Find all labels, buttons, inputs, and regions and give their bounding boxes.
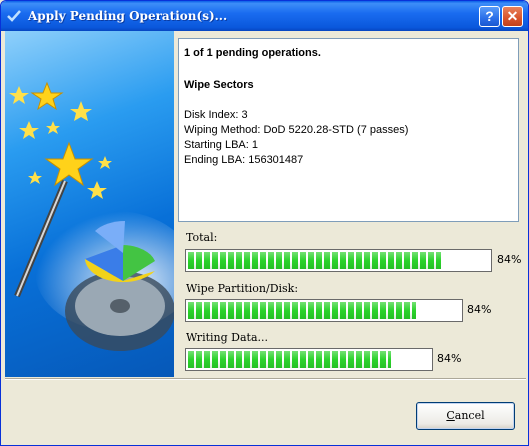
- dialog-window: Apply Pending Operation(s)... ? ✕ 1 of 1…: [0, 0, 529, 446]
- progress-fill: [188, 302, 417, 319]
- title-bar[interactable]: Apply Pending Operation(s)... ? ✕: [1, 1, 528, 31]
- close-button[interactable]: ✕: [502, 6, 523, 27]
- cancel-button[interactable]: Cancel: [416, 402, 515, 430]
- starting-lba-line: Starting LBA: 1: [184, 139, 258, 151]
- wipe-progress-bar: [185, 299, 463, 322]
- progress-fill: [188, 351, 392, 368]
- total-progress-percent: 84%: [497, 253, 522, 266]
- writing-progress-bar: [185, 348, 433, 371]
- disk-index-line: Disk Index: 3: [184, 109, 248, 121]
- wizard-illustration: [5, 31, 174, 377]
- progress-fill: [188, 252, 441, 269]
- total-progress-bar: [185, 249, 492, 272]
- checkmark-icon: [7, 10, 21, 22]
- cancel-accelerator: C: [446, 409, 455, 422]
- writing-progress-label: Writing Data...: [186, 331, 268, 344]
- window-title: Apply Pending Operation(s)...: [28, 9, 228, 23]
- operation-details-panel: 1 of 1 pending operations. Wipe Sectors …: [178, 38, 519, 222]
- footer-divider-highlight: [5, 379, 526, 380]
- wipe-progress-percent: 84%: [467, 303, 492, 316]
- help-button[interactable]: ?: [479, 6, 500, 27]
- wipe-progress-label: Wipe Partition/Disk:: [186, 282, 299, 295]
- total-progress-label: Total:: [186, 231, 218, 244]
- writing-progress-percent: 84%: [437, 352, 462, 365]
- operation-name: Wipe Sectors: [184, 79, 254, 91]
- magic-wand-disk-illustration: [9, 81, 174, 351]
- operations-summary: 1 of 1 pending operations.: [184, 47, 321, 59]
- ending-lba-line: Ending LBA: 156301487: [184, 154, 304, 166]
- cancel-label-rest: ancel: [454, 409, 485, 422]
- wiping-method-line: Wiping Method: DoD 5220.28-STD (7 passes…: [184, 124, 409, 136]
